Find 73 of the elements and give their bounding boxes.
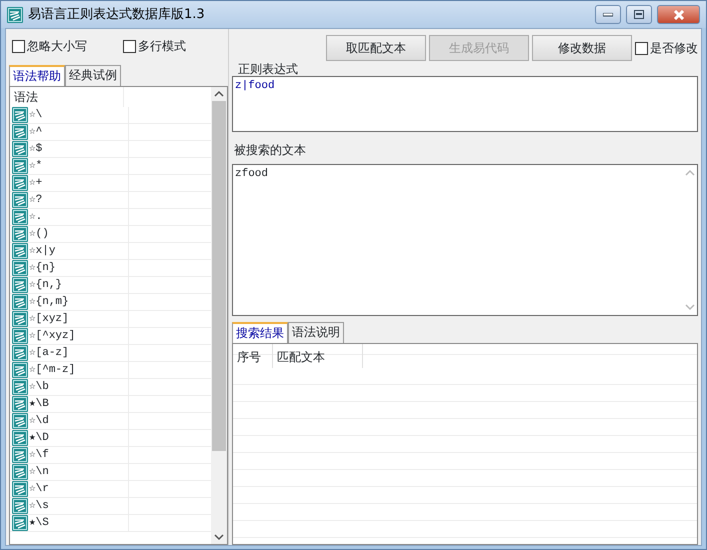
action-button[interactable]: 取匹配文本: [326, 35, 426, 61]
checkbox[interactable]: 是否修改: [635, 39, 698, 57]
scrollbar-thumb[interactable]: [212, 101, 226, 451]
item-icon: [12, 277, 28, 293]
close-button[interactable]: [657, 5, 700, 24]
item-icon: [12, 413, 28, 429]
list-item[interactable]: ☆[^xyz]: [29, 328, 129, 344]
item-icon: [12, 362, 28, 378]
item-icon: [12, 345, 28, 361]
list-item[interactable]: ★\S: [29, 514, 129, 532]
list-item[interactable]: ☆[^m-z]: [29, 362, 129, 378]
item-icon: [12, 243, 28, 259]
list-item[interactable]: ☆{n,}: [29, 276, 129, 294]
item-icon: [12, 481, 28, 497]
minimize-button[interactable]: [595, 5, 621, 24]
checkbox[interactable]: 忽略大小写: [12, 37, 87, 55]
item-icon: [12, 124, 28, 140]
item-icon: [12, 294, 28, 310]
field-label: 被搜索的文本: [234, 142, 306, 159]
list-item[interactable]: ☆\d: [29, 412, 129, 430]
list-item[interactable]: ★\D: [29, 430, 129, 446]
item-icon: [12, 515, 28, 531]
list-item[interactable]: ☆*: [29, 158, 129, 174]
list-item[interactable]: ☆\f: [29, 446, 129, 464]
tab[interactable]: 搜索结果: [232, 322, 288, 343]
list-item[interactable]: ☆$: [29, 140, 129, 158]
tab[interactable]: 语法说明: [288, 322, 344, 343]
item-icon: [12, 209, 28, 225]
list-item[interactable]: ☆\: [29, 106, 129, 124]
item-icon: [12, 226, 28, 242]
list-item[interactable]: ☆{n}: [29, 260, 129, 276]
list-item[interactable]: ☆\s: [29, 498, 129, 514]
item-icon: [12, 498, 28, 514]
item-icon: [12, 175, 28, 191]
checkbox[interactable]: 多行模式: [123, 37, 186, 55]
list-item[interactable]: ☆?: [29, 192, 129, 208]
item-icon: [12, 158, 28, 174]
column-header: 匹配文本: [273, 344, 363, 368]
list-item[interactable]: ★\B: [29, 396, 129, 412]
list-item[interactable]: ☆\b: [29, 378, 129, 396]
tab[interactable]: 语法帮助: [9, 65, 65, 86]
tab[interactable]: 经典试例: [65, 65, 121, 86]
group-label: 正则表达式: [238, 63, 298, 75]
item-icon: [12, 192, 28, 208]
column-header: 序号: [233, 344, 273, 368]
window-title: 易语言正则表达式数据库版1.3: [28, 6, 206, 24]
list-item[interactable]: ☆(): [29, 226, 129, 242]
close-icon: [672, 10, 684, 20]
list-item[interactable]: ☆^: [29, 124, 129, 140]
regex-field[interactable]: z|food: [232, 76, 698, 132]
item-icon: [12, 141, 28, 157]
list-item[interactable]: ☆[xyz]: [29, 310, 129, 328]
list-item[interactable]: ☆\n: [29, 464, 129, 480]
item-icon: [12, 328, 28, 344]
item-icon: [12, 447, 28, 463]
item-icon: [12, 396, 28, 412]
app-icon: [7, 6, 23, 22]
list-item[interactable]: ☆+: [29, 174, 129, 192]
list-item[interactable]: ☆x|y: [29, 242, 129, 260]
item-icon: [12, 464, 28, 480]
item-icon: [12, 260, 28, 276]
list-item[interactable]: ☆[a-z]: [29, 344, 129, 362]
item-icon: [12, 107, 28, 123]
maximize-button[interactable]: [626, 5, 652, 24]
item-icon: [12, 311, 28, 327]
list-item[interactable]: ☆\r: [29, 480, 129, 498]
maximize-icon: [634, 10, 644, 19]
list-item[interactable]: ☆.: [29, 208, 129, 226]
list-item[interactable]: ☆{n,m}: [29, 294, 129, 310]
item-icon: [12, 430, 28, 446]
minimize-icon: [603, 12, 613, 16]
item-icon: [12, 379, 28, 395]
action-button[interactable]: 修改数据: [532, 35, 632, 61]
